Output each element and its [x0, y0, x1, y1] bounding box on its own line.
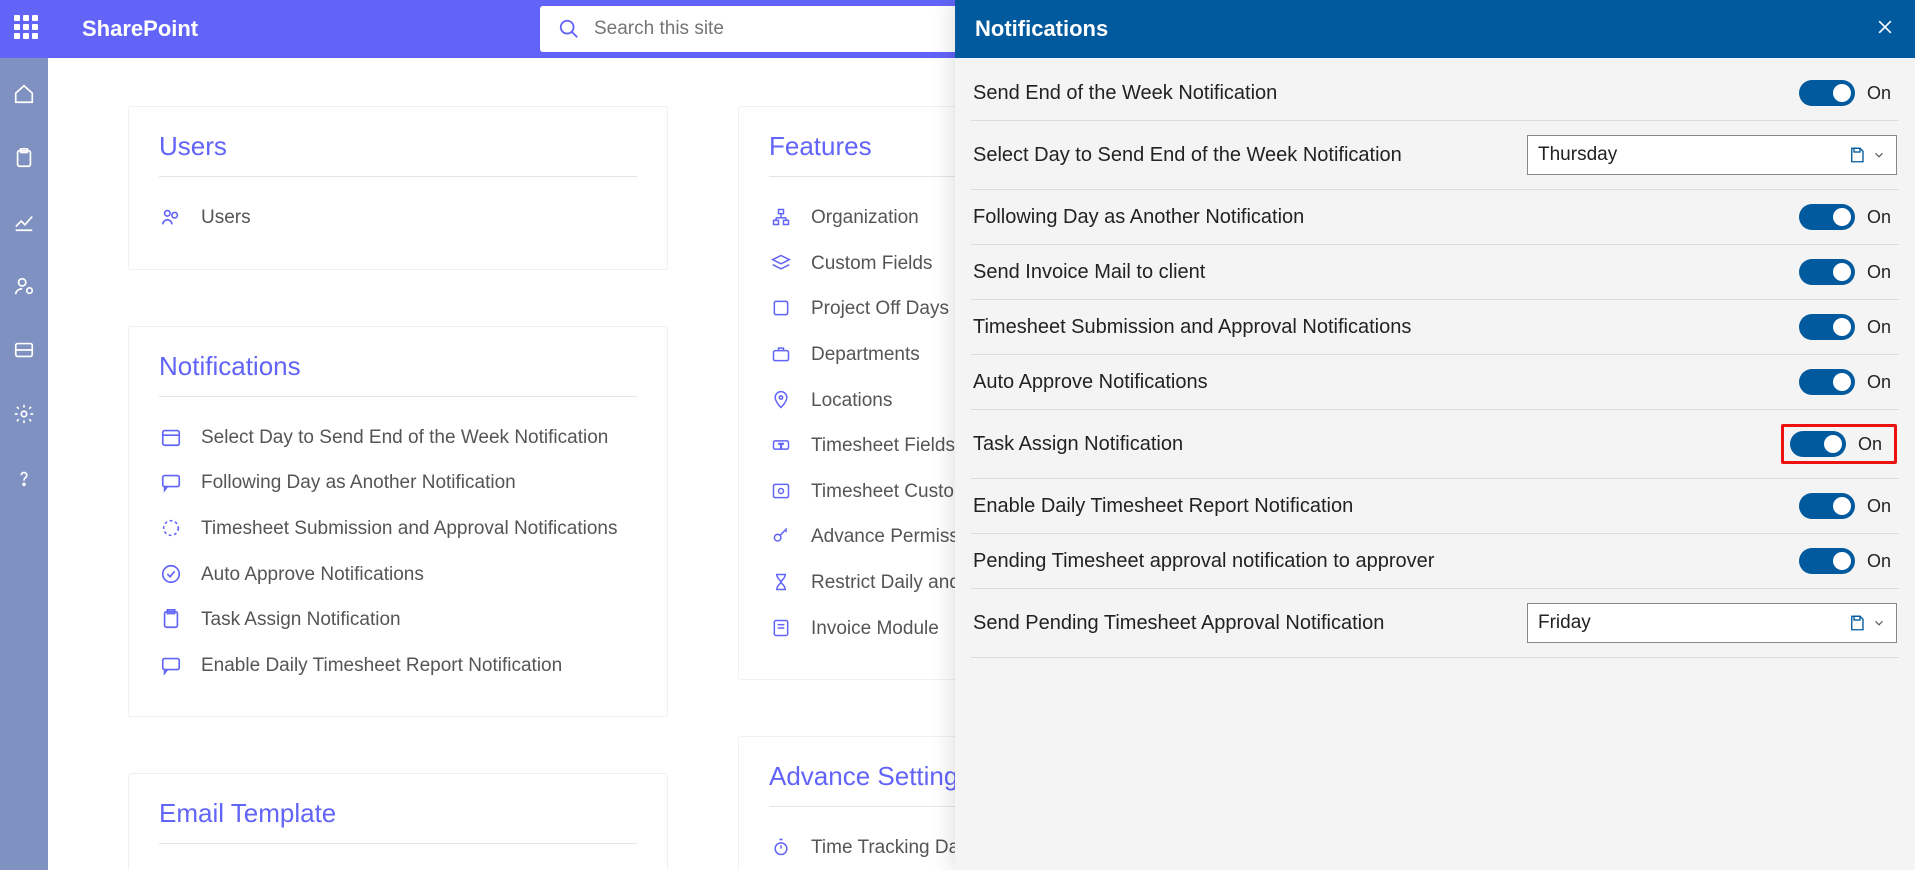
- panel-row-send-pending: Send Pending Timesheet Approval Notifica…: [971, 589, 1899, 658]
- toggle-daily-report[interactable]: [1799, 493, 1855, 519]
- app-launcher-icon[interactable]: [14, 15, 42, 43]
- rail-help-icon[interactable]: [12, 466, 36, 490]
- users-card: Users Users: [128, 106, 668, 270]
- square-icon: [769, 296, 793, 320]
- rail-layout-icon[interactable]: [12, 338, 36, 362]
- notif-item[interactable]: Auto Approve Notifications: [159, 552, 637, 598]
- toggle-following-day[interactable]: [1799, 204, 1855, 230]
- notif-item[interactable]: Enable Daily Timesheet Report Notificati…: [159, 643, 637, 689]
- invoice-icon: [769, 616, 793, 640]
- panel-row-auto-approve: Auto Approve Notifications On: [971, 355, 1899, 410]
- panel-row-following-day: Following Day as Another Notification On: [971, 190, 1899, 245]
- save-icon: [1848, 146, 1866, 164]
- email-template-title: Email Template: [159, 798, 637, 844]
- svg-text:T: T: [779, 442, 784, 451]
- rail-chart-icon[interactable]: [12, 210, 36, 234]
- briefcase-icon: [769, 342, 793, 366]
- search-icon: [558, 18, 580, 40]
- stopwatch-icon: [769, 835, 793, 859]
- text-field-icon: T: [769, 433, 793, 457]
- toggle-ts-submission[interactable]: [1799, 314, 1855, 340]
- panel-row-invoice-mail: Send Invoice Mail to client On: [971, 245, 1899, 300]
- notifications-card-title: Notifications: [159, 351, 637, 397]
- panel-row-task-assign: Task Assign Notification On: [971, 410, 1899, 479]
- rail-clipboard-icon[interactable]: [12, 146, 36, 170]
- hourglass-icon: [769, 570, 793, 594]
- users-card-title: Users: [159, 131, 637, 177]
- toggle-auto-approve[interactable]: [1799, 369, 1855, 395]
- chat-icon: [159, 470, 183, 494]
- left-rail: [0, 58, 48, 870]
- layers-icon: [769, 251, 793, 275]
- panel-header: Notifications: [955, 0, 1915, 58]
- panel-title: Notifications: [975, 16, 1108, 42]
- calendar-icon: [159, 425, 183, 449]
- users-label: Users: [201, 205, 251, 231]
- users-icon: [159, 205, 183, 229]
- close-icon[interactable]: [1875, 17, 1895, 42]
- toggle-task-assign[interactable]: [1790, 431, 1846, 457]
- rail-user-settings-icon[interactable]: [12, 274, 36, 298]
- refresh-icon: [159, 516, 183, 540]
- notif-item[interactable]: Timesheet Submission and Approval Notifi…: [159, 506, 637, 552]
- users-item[interactable]: Users: [159, 195, 637, 241]
- panel-row-select-day: Select Day to Send End of the Week Notif…: [971, 121, 1899, 190]
- toggle-end-week[interactable]: [1799, 80, 1855, 106]
- chat-icon: [159, 653, 183, 677]
- panel-row-ts-submission: Timesheet Submission and Approval Notifi…: [971, 300, 1899, 355]
- chevron-down-icon: [1872, 148, 1886, 162]
- clipboard-icon: [159, 607, 183, 631]
- key-icon: [769, 524, 793, 548]
- notifications-card: Notifications Select Day to Send End of …: [128, 326, 668, 718]
- task-assign-highlight: On: [1781, 424, 1897, 464]
- panel-row-daily-report: Enable Daily Timesheet Report Notificati…: [971, 479, 1899, 534]
- panel-row-pending-approver: Pending Timesheet approval notification …: [971, 534, 1899, 589]
- notif-item[interactable]: Select Day to Send End of the Week Notif…: [159, 415, 637, 461]
- check-icon: [159, 562, 183, 586]
- rail-gear-icon[interactable]: [12, 402, 36, 426]
- toggle-invoice-mail[interactable]: [1799, 259, 1855, 285]
- save-icon: [1848, 614, 1866, 632]
- notif-item[interactable]: Following Day as Another Notification: [159, 460, 637, 506]
- panel-row-end-week: Send End of the Week Notification On: [971, 66, 1899, 121]
- customize-icon: [769, 479, 793, 503]
- rail-home-icon[interactable]: [12, 82, 36, 106]
- toggle-pending-approver[interactable]: [1799, 548, 1855, 574]
- org-icon: [769, 205, 793, 229]
- email-template-item[interactable]: Email Template: [159, 862, 637, 870]
- send-pending-dropdown[interactable]: Friday: [1527, 603, 1897, 643]
- notif-item[interactable]: Task Assign Notification: [159, 597, 637, 643]
- notifications-panel: Notifications Send End of the Week Notif…: [955, 0, 1915, 870]
- brand-label: SharePoint: [82, 16, 198, 42]
- select-day-dropdown[interactable]: Thursday: [1527, 135, 1897, 175]
- location-icon: [769, 388, 793, 412]
- chevron-down-icon: [1872, 616, 1886, 630]
- email-template-card: Email Template Email Template: [128, 773, 668, 870]
